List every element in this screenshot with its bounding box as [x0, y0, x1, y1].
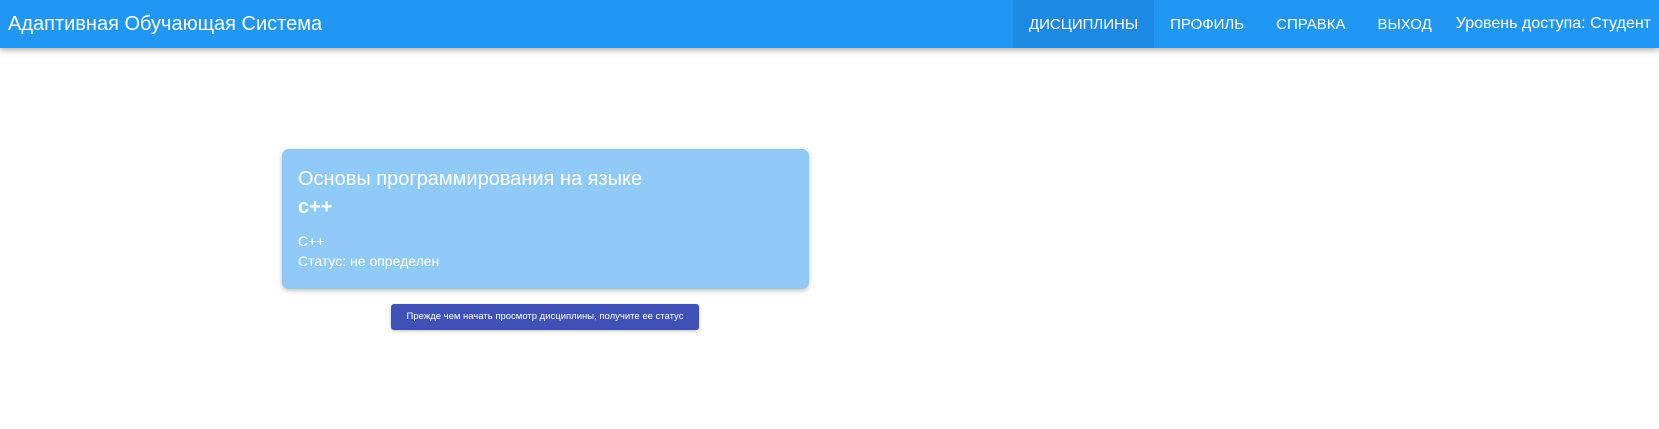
discipline-card[interactable]: Основы программирования на языке с++ С++… [282, 149, 809, 289]
discipline-title: Основы программирования на языке с++ [298, 165, 658, 221]
get-status-button[interactable]: Прежде чем начать просмотр дисциплины, п… [391, 304, 699, 330]
nav-item-help[interactable]: Справка [1260, 0, 1361, 48]
nav-item-disciplines[interactable]: Дисциплины [1012, 0, 1155, 48]
nav-item-logout[interactable]: Выход [1362, 0, 1448, 48]
discipline-short-name: С++ [298, 233, 325, 249]
access-level-label: Уровень доступа: Студент [1455, 15, 1651, 32]
discipline-title-line1: Основы программирования на языке [298, 168, 643, 190]
discipline-title-line2: с++ [298, 196, 333, 218]
app-title: Адаптивная Обучающая Система [8, 13, 323, 35]
discipline-details: С++ Статус: не определен [298, 231, 793, 271]
discipline-status: Статус: не определен [298, 253, 440, 269]
nav-menu: Дисциплины Профиль Справка Выход Уровень… [1012, 0, 1659, 48]
top-navbar: Адаптивная Обучающая Система Дисциплины … [0, 0, 1659, 48]
nav-item-profile[interactable]: Профиль [1154, 0, 1260, 48]
